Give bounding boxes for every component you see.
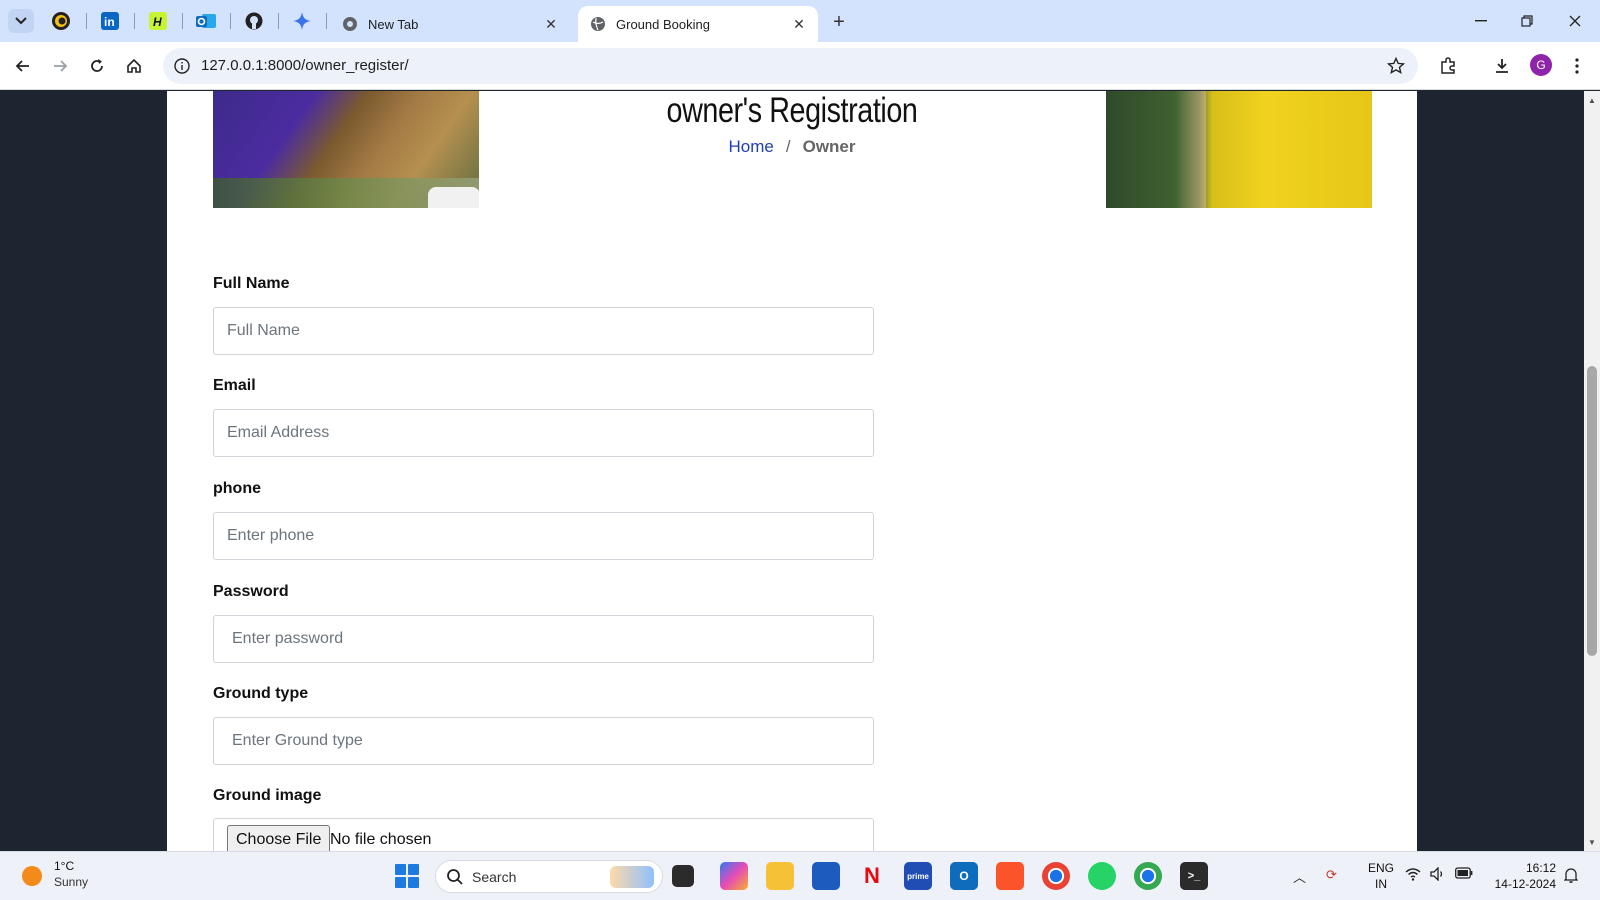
page-viewport: owner's Registration Home / Owner Full Nam… bbox=[0, 91, 1584, 851]
brave-browser-icon[interactable] bbox=[996, 862, 1024, 890]
password-input[interactable] bbox=[213, 615, 874, 663]
close-window-icon[interactable] bbox=[1555, 8, 1595, 34]
ground-image-label: Ground image bbox=[213, 787, 322, 804]
windows-start-icon[interactable] bbox=[395, 864, 419, 888]
ground-type-label: Ground type bbox=[213, 685, 309, 702]
file-explorer-icon[interactable] bbox=[766, 862, 794, 890]
email-input[interactable] bbox=[213, 409, 874, 457]
pinned-tab-github-icon[interactable] bbox=[240, 8, 268, 34]
pinned-tab-linkedin-icon[interactable]: in bbox=[96, 8, 124, 34]
whatsapp-icon[interactable] bbox=[1088, 862, 1116, 890]
scroll-down-arrow-icon[interactable]: ▼ bbox=[1587, 837, 1597, 847]
close-tab-icon[interactable]: ✕ bbox=[542, 15, 560, 33]
site-info-icon[interactable] bbox=[173, 57, 191, 75]
weather-description[interactable]: Sunny bbox=[54, 875, 88, 889]
clock-date: 14-12-2024 bbox=[1494, 877, 1556, 891]
pinned-tab-hashnode-icon[interactable]: H bbox=[144, 8, 172, 34]
restore-icon[interactable] bbox=[1507, 8, 1547, 34]
pinned-tab-outlook-icon[interactable] bbox=[192, 8, 220, 34]
prime-video-icon[interactable]: prime bbox=[904, 862, 932, 890]
search-icon bbox=[447, 869, 463, 885]
breadcrumb-separator: / bbox=[785, 137, 791, 156]
clock-time: 16:12 bbox=[1525, 861, 1556, 875]
language-code: ENG bbox=[1367, 861, 1394, 875]
copilot-icon[interactable] bbox=[720, 862, 748, 890]
home-icon[interactable] bbox=[121, 53, 147, 79]
outlook-icon[interactable]: O bbox=[950, 862, 978, 890]
phone-input[interactable] bbox=[213, 512, 874, 560]
back-arrow-icon[interactable] bbox=[10, 53, 36, 79]
password-label: Password bbox=[213, 583, 289, 600]
svg-text:in: in bbox=[104, 15, 115, 29]
phone-label: phone bbox=[213, 480, 261, 497]
file-status-text: No file chosen bbox=[330, 831, 432, 848]
tab-title: New Tab bbox=[368, 16, 419, 32]
extensions-icon[interactable] bbox=[1435, 53, 1461, 79]
download-icon[interactable] bbox=[1489, 53, 1515, 79]
sun-weather-icon[interactable] bbox=[22, 866, 42, 886]
tab-new-tab[interactable]: New Tab ✕ bbox=[330, 6, 570, 42]
task-view-icon[interactable] bbox=[672, 865, 694, 887]
full-name-label: Full Name bbox=[213, 275, 290, 292]
microsoft-store-icon[interactable] bbox=[812, 862, 840, 890]
svg-text:H: H bbox=[153, 15, 162, 29]
minimize-icon[interactable] bbox=[1461, 8, 1501, 34]
bookmark-star-icon[interactable] bbox=[1386, 56, 1406, 76]
show-hidden-icons-chevron-icon[interactable]: ︿ bbox=[1293, 867, 1306, 886]
browser-toolbar: 127.0.0.1:8000/owner_register/ bbox=[0, 42, 1600, 90]
tab-search-icon[interactable] bbox=[8, 9, 34, 33]
reload-icon[interactable] bbox=[84, 53, 110, 79]
taskbar-search-label: Search bbox=[472, 869, 517, 885]
breadcrumb-current: Owner bbox=[802, 137, 856, 156]
breadcrumb-home-link[interactable]: Home bbox=[729, 137, 774, 156]
taskbar-search-box[interactable]: Search bbox=[435, 860, 663, 893]
globe-favicon-icon bbox=[591, 17, 605, 31]
language-region: IN bbox=[1375, 877, 1387, 891]
chrome-profile-icon[interactable] bbox=[1134, 862, 1162, 890]
system-clock[interactable]: 16:12 14-12-2024 bbox=[1480, 860, 1556, 892]
close-tab-icon[interactable]: ✕ bbox=[790, 15, 808, 33]
profile-avatar[interactable]: G bbox=[1530, 54, 1552, 76]
ground-type-input[interactable] bbox=[213, 717, 874, 765]
language-indicator[interactable]: ENG IN bbox=[1364, 860, 1398, 892]
page-content: owner's Registration Home / Owner Full Nam… bbox=[167, 91, 1417, 851]
ground-image-file-input[interactable]: Choose File No file chosen bbox=[213, 818, 874, 851]
choose-file-button[interactable]: Choose File bbox=[227, 825, 331, 851]
tab-ground-booking[interactable]: Ground Booking ✕ bbox=[578, 6, 818, 42]
battery-icon[interactable] bbox=[1455, 867, 1473, 882]
search-highlight-art-icon bbox=[610, 866, 654, 888]
email-label: Email bbox=[213, 377, 256, 394]
new-tab-plus-icon[interactable]: + bbox=[826, 10, 852, 34]
chrome-icon[interactable] bbox=[1042, 862, 1070, 890]
wifi-icon[interactable] bbox=[1405, 867, 1421, 884]
pinned-tab-gemini-icon[interactable] bbox=[288, 8, 316, 34]
sync-status-icon[interactable]: ⟳ bbox=[1326, 867, 1337, 883]
address-bar[interactable]: 127.0.0.1:8000/owner_register/ bbox=[163, 48, 1418, 84]
chrome-favicon-icon bbox=[343, 17, 357, 31]
url-text[interactable]: 127.0.0.1:8000/owner_register/ bbox=[201, 57, 409, 74]
page-scrollbar[interactable]: ▲ ▼ bbox=[1584, 91, 1600, 851]
forward-arrow-icon[interactable] bbox=[47, 53, 73, 79]
page-title: owner's Registration bbox=[666, 91, 918, 130]
browser-menu-icon[interactable] bbox=[1564, 53, 1590, 79]
browser-tab-strip: in H New Tab ✕ Ground Booking ✕ + bbox=[0, 0, 1600, 42]
weather-temperature[interactable]: 1°C bbox=[54, 859, 74, 873]
full-name-input[interactable] bbox=[213, 307, 874, 355]
windows-taskbar: 1°C Sunny Search N prime O >_ ︿ ⟳ ENG IN… bbox=[0, 851, 1600, 900]
breadcrumb: Home / Owner bbox=[167, 137, 1417, 157]
netflix-icon[interactable]: N bbox=[858, 862, 886, 890]
terminal-icon[interactable]: >_ bbox=[1180, 862, 1208, 890]
volume-icon[interactable] bbox=[1430, 866, 1446, 884]
scroll-up-arrow-icon[interactable]: ▲ bbox=[1587, 95, 1597, 105]
pinned-tab-c-icon[interactable] bbox=[47, 8, 75, 34]
notification-bell-icon[interactable] bbox=[1563, 867, 1579, 886]
scroll-thumb[interactable] bbox=[1587, 366, 1597, 656]
tab-title: Ground Booking bbox=[616, 16, 710, 32]
